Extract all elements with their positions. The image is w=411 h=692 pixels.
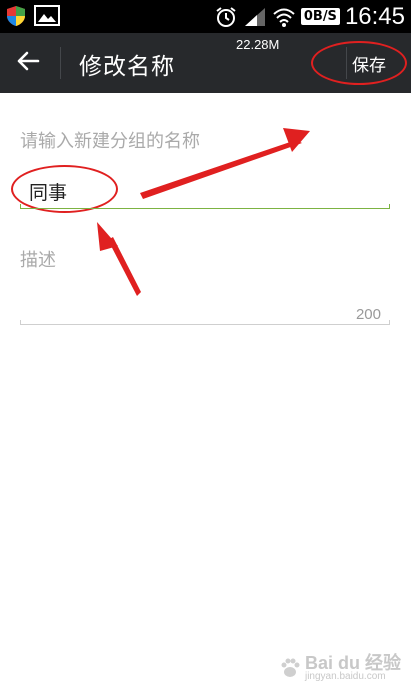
memory-readout: 22.28M xyxy=(236,37,280,52)
back-arrow-icon xyxy=(16,50,40,76)
description-char-counter: 200 xyxy=(355,306,381,323)
annotation-arrows xyxy=(97,128,310,296)
description-underline xyxy=(20,320,390,325)
save-highlight-circle xyxy=(311,41,407,85)
watermark-logo-text: Bai du 经验 xyxy=(304,653,401,673)
status-bar: 0B/S 16:45 xyxy=(0,0,411,33)
network-speed: 0B/S xyxy=(300,8,340,25)
signal-icon xyxy=(243,6,267,28)
group-name-placeholder: 请输入新建分组的名称 xyxy=(20,131,200,152)
group-name-underline xyxy=(20,204,390,209)
description-field[interactable] xyxy=(20,240,390,328)
status-bar-right: 0B/S 16:45 xyxy=(214,2,405,31)
watermark-sub-text: jingyan.baidu.com xyxy=(304,671,386,682)
status-bar-left xyxy=(4,5,60,27)
app-bar-divider xyxy=(60,47,61,79)
name-highlight-circle xyxy=(11,165,118,213)
image-icon xyxy=(34,5,60,27)
baidu-watermark: Bai du 经验 jingyan.baidu.com xyxy=(279,654,401,682)
description-placeholder: 描述 xyxy=(20,250,56,271)
page-title: 修改名称 xyxy=(79,54,175,80)
shield-icon xyxy=(4,5,28,27)
paw-icon xyxy=(281,658,300,677)
clock: 16:45 xyxy=(344,2,405,30)
wifi-icon xyxy=(272,6,296,28)
app-bar: 修改名称 22.28M 保存 xyxy=(0,33,411,93)
alarm-clock-icon xyxy=(214,6,238,28)
back-button[interactable] xyxy=(8,43,48,83)
